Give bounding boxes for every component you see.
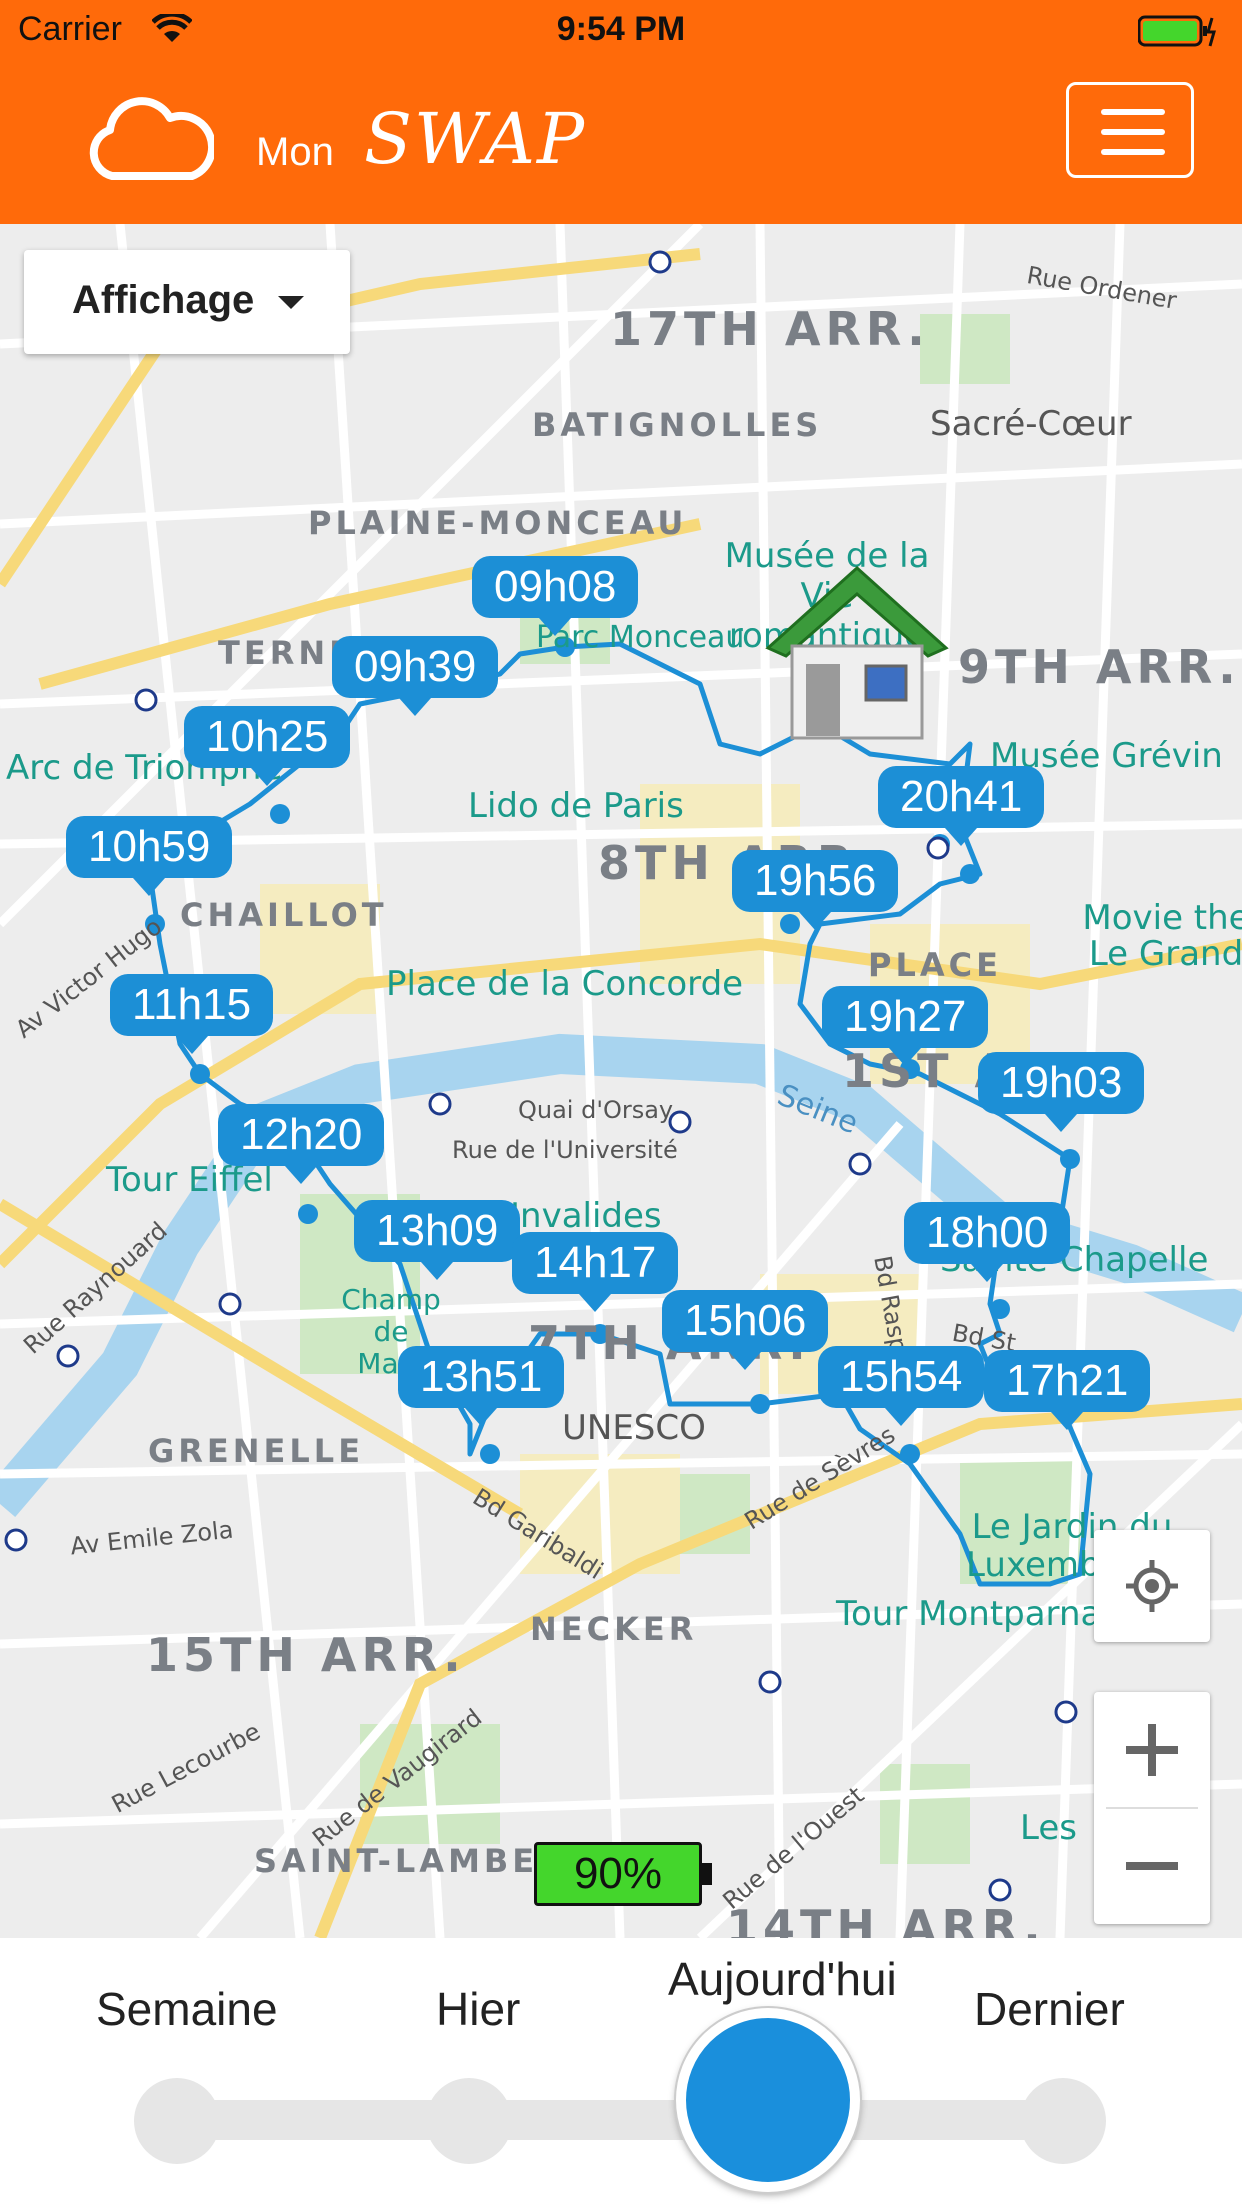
district-label: 17TH ARR. bbox=[610, 302, 930, 356]
place-label: Place de la Concorde bbox=[386, 964, 744, 1004]
quarter-label: PLACE bbox=[868, 946, 1002, 984]
time-marker[interactable]: 11h15 bbox=[110, 974, 274, 1054]
time-marker[interactable]: 10h25 bbox=[184, 706, 351, 786]
place-label: UNESCO bbox=[562, 1408, 706, 1448]
period-dernier-label[interactable]: Dernier bbox=[974, 1982, 1125, 2036]
period-today-label[interactable]: Aujourd'hui bbox=[668, 1952, 897, 2006]
period-semaine-label[interactable]: Semaine bbox=[96, 1982, 278, 2036]
district-label: 14TH ARR. bbox=[726, 1900, 1046, 1938]
plus-icon bbox=[1126, 1724, 1178, 1776]
hamburger-icon bbox=[1101, 109, 1165, 115]
period-node-dernier[interactable] bbox=[1020, 2078, 1106, 2164]
display-dropdown[interactable]: Affichage bbox=[24, 250, 350, 354]
battery-badge: 90% bbox=[534, 1842, 712, 1906]
crosshair-icon bbox=[1126, 1560, 1178, 1612]
period-node-semaine[interactable] bbox=[134, 2078, 220, 2164]
time-marker[interactable]: 13h09 bbox=[354, 1200, 521, 1280]
time-marker[interactable]: 09h39 bbox=[332, 636, 499, 716]
display-dropdown-label: Affichage bbox=[72, 278, 255, 322]
minus-icon bbox=[1126, 1862, 1178, 1870]
place-label: Les bbox=[1020, 1808, 1077, 1848]
mon-label: Mon bbox=[256, 130, 334, 174]
time-marker[interactable]: 17h21 bbox=[984, 1350, 1151, 1430]
time-marker[interactable]: 19h27 bbox=[822, 986, 989, 1066]
battery-status-icon bbox=[1137, 14, 1218, 53]
period-slider-handle[interactable] bbox=[676, 2008, 860, 2192]
brand-logo: SWAP bbox=[364, 98, 587, 180]
menu-button[interactable] bbox=[1066, 82, 1194, 178]
time-marker[interactable]: 18h00 bbox=[904, 1202, 1071, 1282]
cloud-icon bbox=[84, 92, 217, 187]
district-label: 9TH ARR. bbox=[958, 640, 1241, 694]
time-marker[interactable]: 15h54 bbox=[818, 1346, 985, 1426]
quarter-label: CHAILLOT bbox=[180, 896, 388, 934]
locate-button[interactable] bbox=[1094, 1530, 1210, 1642]
time-marker[interactable]: 12h20 bbox=[218, 1104, 385, 1184]
street-label: Rue de l'Université bbox=[452, 1136, 678, 1164]
status-bar: Carrier 9:54 PM bbox=[0, 0, 1242, 62]
street-label: Quai d'Orsay bbox=[518, 1096, 674, 1124]
district-label: 15TH ARR. bbox=[146, 1628, 466, 1682]
time-marker[interactable]: 15h06 bbox=[662, 1290, 829, 1370]
place-label: Sacré-Cœur bbox=[930, 404, 1132, 444]
time-marker[interactable]: 20h41 bbox=[878, 766, 1045, 846]
place-label: Movie the Le Grand bbox=[1082, 898, 1242, 974]
quarter-label: NECKER bbox=[530, 1610, 698, 1648]
period-slider-track[interactable] bbox=[176, 2100, 1064, 2140]
map-view[interactable]: Affichage 17TH ARR. 9TH ARR. 8TH ARR. 1S… bbox=[0, 224, 1242, 1938]
zoom-controls bbox=[1094, 1692, 1210, 1924]
app-header: Mon SWAP bbox=[0, 62, 1242, 224]
time-marker[interactable]: 19h56 bbox=[732, 850, 899, 930]
time-marker[interactable]: 14h17 bbox=[512, 1232, 679, 1312]
place-label: Tour Eiffel bbox=[106, 1160, 273, 1200]
period-selector: Semaine Hier Aujourd'hui Dernier bbox=[0, 1938, 1242, 2208]
time-marker[interactable]: 09h08 bbox=[472, 556, 639, 636]
caret-down-icon bbox=[278, 296, 304, 309]
time-marker[interactable]: 13h51 bbox=[398, 1346, 565, 1426]
clock: 9:54 PM bbox=[556, 10, 686, 48]
quarter-label: PLAINE-MONCEAU bbox=[308, 504, 688, 542]
zoom-in-button[interactable] bbox=[1094, 1692, 1210, 1808]
period-node-hier[interactable] bbox=[426, 2078, 512, 2164]
zoom-out-button[interactable] bbox=[1094, 1808, 1210, 1924]
place-label: Invalides bbox=[510, 1196, 662, 1236]
period-hier-label[interactable]: Hier bbox=[436, 1982, 520, 2036]
quarter-label: BATIGNOLLES bbox=[532, 406, 823, 444]
quarter-label: GRENELLE bbox=[148, 1432, 365, 1470]
time-marker[interactable]: 19h03 bbox=[978, 1052, 1145, 1132]
time-marker[interactable]: 10h59 bbox=[66, 816, 233, 896]
place-label: Lido de Paris bbox=[468, 786, 684, 826]
